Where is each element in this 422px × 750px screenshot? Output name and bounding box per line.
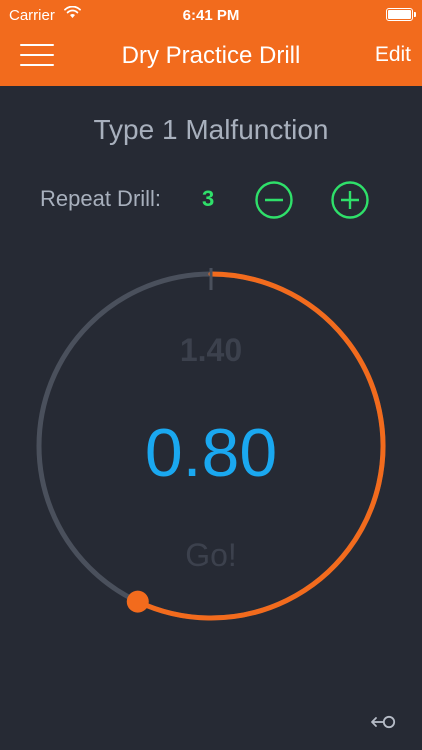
dial-progress-knob: [126, 590, 149, 613]
back-arrow-icon[interactable]: [369, 711, 397, 733]
timer-dial: [36, 268, 386, 621]
par-time: 1.40: [179, 332, 243, 368]
timer-status: Go!: [185, 537, 237, 573]
elapsed-time: 0.80: [144, 415, 278, 491]
